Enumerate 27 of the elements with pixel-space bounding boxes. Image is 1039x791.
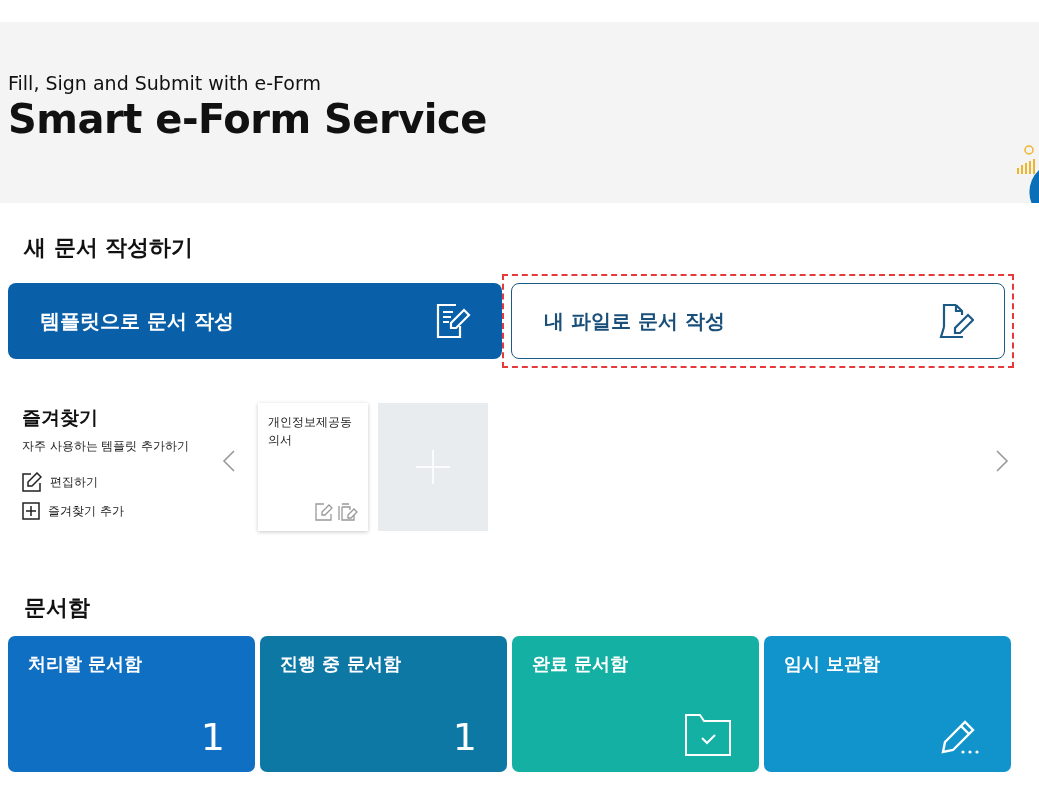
edit-link[interactable]: 편집하기	[22, 472, 222, 492]
tile-title: 임시 보관함	[784, 652, 882, 676]
template-card[interactable]: 개인정보제공동의서	[258, 403, 368, 531]
template-card-title: 개인정보제공동의서	[268, 414, 353, 449]
tile-title: 처리할 문서함	[28, 652, 144, 676]
favorites-description: 자주 사용하는 템플릿 추가하기	[22, 439, 190, 454]
edit-icon[interactable]	[315, 503, 333, 521]
file-create-button[interactable]: 내 파일로 문서 작성	[511, 283, 1005, 359]
favorites-title: 즐겨찾기	[22, 405, 99, 430]
banner-title: Smart e-Form Service	[8, 96, 488, 142]
document-box-tile[interactable]: 처리할 문서함 1	[8, 636, 255, 772]
section-heading: 새 문서 작성하기	[24, 234, 195, 262]
tile-title: 완료 문서함	[532, 652, 630, 676]
edit-icon	[22, 472, 42, 492]
add-favorite-link[interactable]: 즐겨찾기 추가	[22, 502, 222, 520]
section-heading: 문서함	[24, 594, 91, 622]
folder-check-icon	[685, 714, 731, 756]
template-create-button[interactable]: 템플릿으로 문서 작성	[8, 283, 502, 359]
document-count: 1	[452, 718, 477, 756]
tile-title: 진행 중 문서함	[280, 652, 402, 676]
document-edit-icon	[434, 302, 472, 340]
copy-icon[interactable]	[338, 503, 358, 521]
document-count: 1	[200, 718, 225, 756]
banner-subtitle: Fill, Sign and Submit with e-Form	[8, 72, 322, 94]
document-box-tile[interactable]: 임시 보관함	[764, 636, 1011, 772]
plus-icon	[22, 502, 40, 520]
document-box-tile[interactable]: 진행 중 문서함 1	[260, 636, 507, 772]
